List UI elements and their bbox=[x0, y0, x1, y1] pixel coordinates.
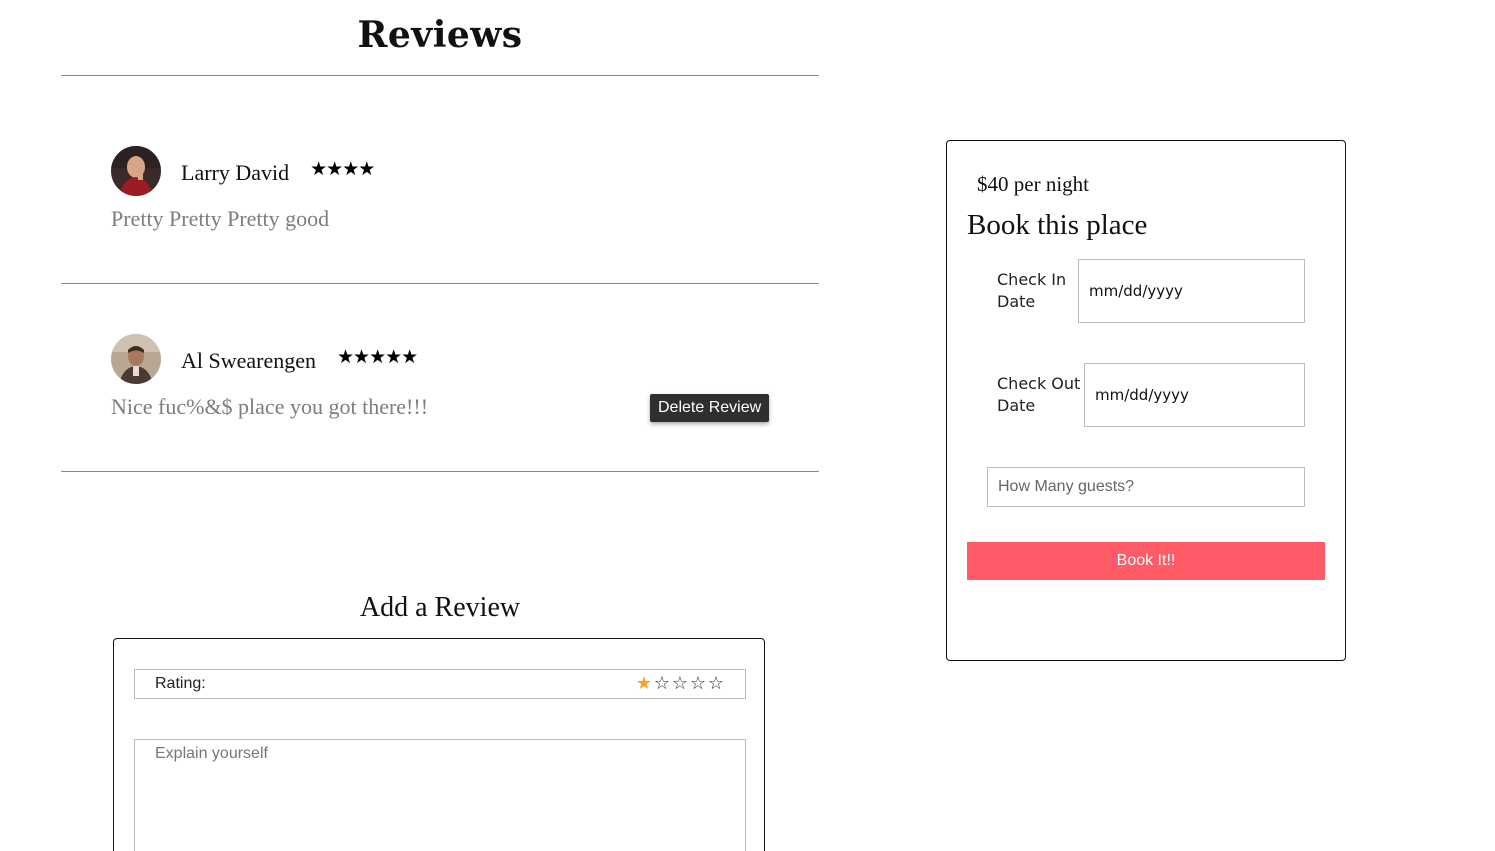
review-header: Larry David ★★★★ bbox=[111, 146, 771, 196]
check-in-label: Check In Date bbox=[997, 270, 1067, 311]
add-review-title: Add a Review bbox=[359, 592, 521, 623]
avatar-image bbox=[111, 334, 161, 384]
review-text: Pretty Pretty Pretty good bbox=[111, 206, 330, 231]
rating-label: Rating: bbox=[155, 675, 206, 692]
book-it-button[interactable]: Book It!! bbox=[967, 542, 1325, 580]
rating-star-icon[interactable]: ★ bbox=[635, 675, 653, 693]
divider bbox=[61, 471, 819, 472]
avatar bbox=[111, 146, 161, 196]
check-out-label: Check Out Date bbox=[997, 374, 1081, 415]
review-rating-stars: ★★★★★ bbox=[337, 346, 418, 368]
review-item: Larry David ★★★★ Pretty Pretty Pretty go… bbox=[111, 146, 771, 232]
price-per-night: $40 per night bbox=[977, 172, 1089, 196]
rating-star-icon[interactable]: ☆ bbox=[653, 675, 671, 693]
rating-star-icon[interactable]: ☆ bbox=[671, 675, 689, 693]
rating-star-icon[interactable]: ☆ bbox=[689, 675, 707, 693]
rating-star-icon[interactable]: ☆ bbox=[707, 675, 725, 693]
rating-field: Rating: ★ ☆ ☆ ☆ ☆ bbox=[134, 669, 746, 699]
booking-card: $40 per night Book this place Check In D… bbox=[946, 140, 1346, 661]
reviewer-name: Al Swearengen bbox=[181, 348, 317, 373]
reviews-title: Reviews bbox=[357, 14, 523, 56]
guests-input[interactable] bbox=[987, 467, 1305, 507]
avatar bbox=[111, 334, 161, 384]
check-out-date-input[interactable] bbox=[1084, 363, 1305, 427]
rating-star-picker: ★ ☆ ☆ ☆ ☆ bbox=[635, 675, 725, 693]
reviewer-name: Larry David bbox=[181, 160, 290, 185]
divider bbox=[61, 75, 819, 76]
page: Reviews Larry David ★★★★ Pretty Pretty P… bbox=[0, 0, 1495, 851]
review-header: Al Swearengen ★★★★★ bbox=[111, 334, 771, 384]
delete-review-button[interactable]: Delete Review bbox=[650, 394, 770, 422]
avatar-image bbox=[111, 146, 161, 196]
review-item: Al Swearengen ★★★★★ Nice fuc%&$ place yo… bbox=[111, 334, 771, 422]
review-rating-stars: ★★★★ bbox=[310, 158, 375, 180]
review-text-input[interactable] bbox=[134, 739, 746, 851]
booking-title: Book this place bbox=[967, 209, 1148, 241]
add-review-form: Rating: ★ ☆ ☆ ☆ ☆ bbox=[113, 638, 765, 851]
divider bbox=[61, 283, 819, 284]
check-in-date-input[interactable] bbox=[1078, 259, 1305, 323]
